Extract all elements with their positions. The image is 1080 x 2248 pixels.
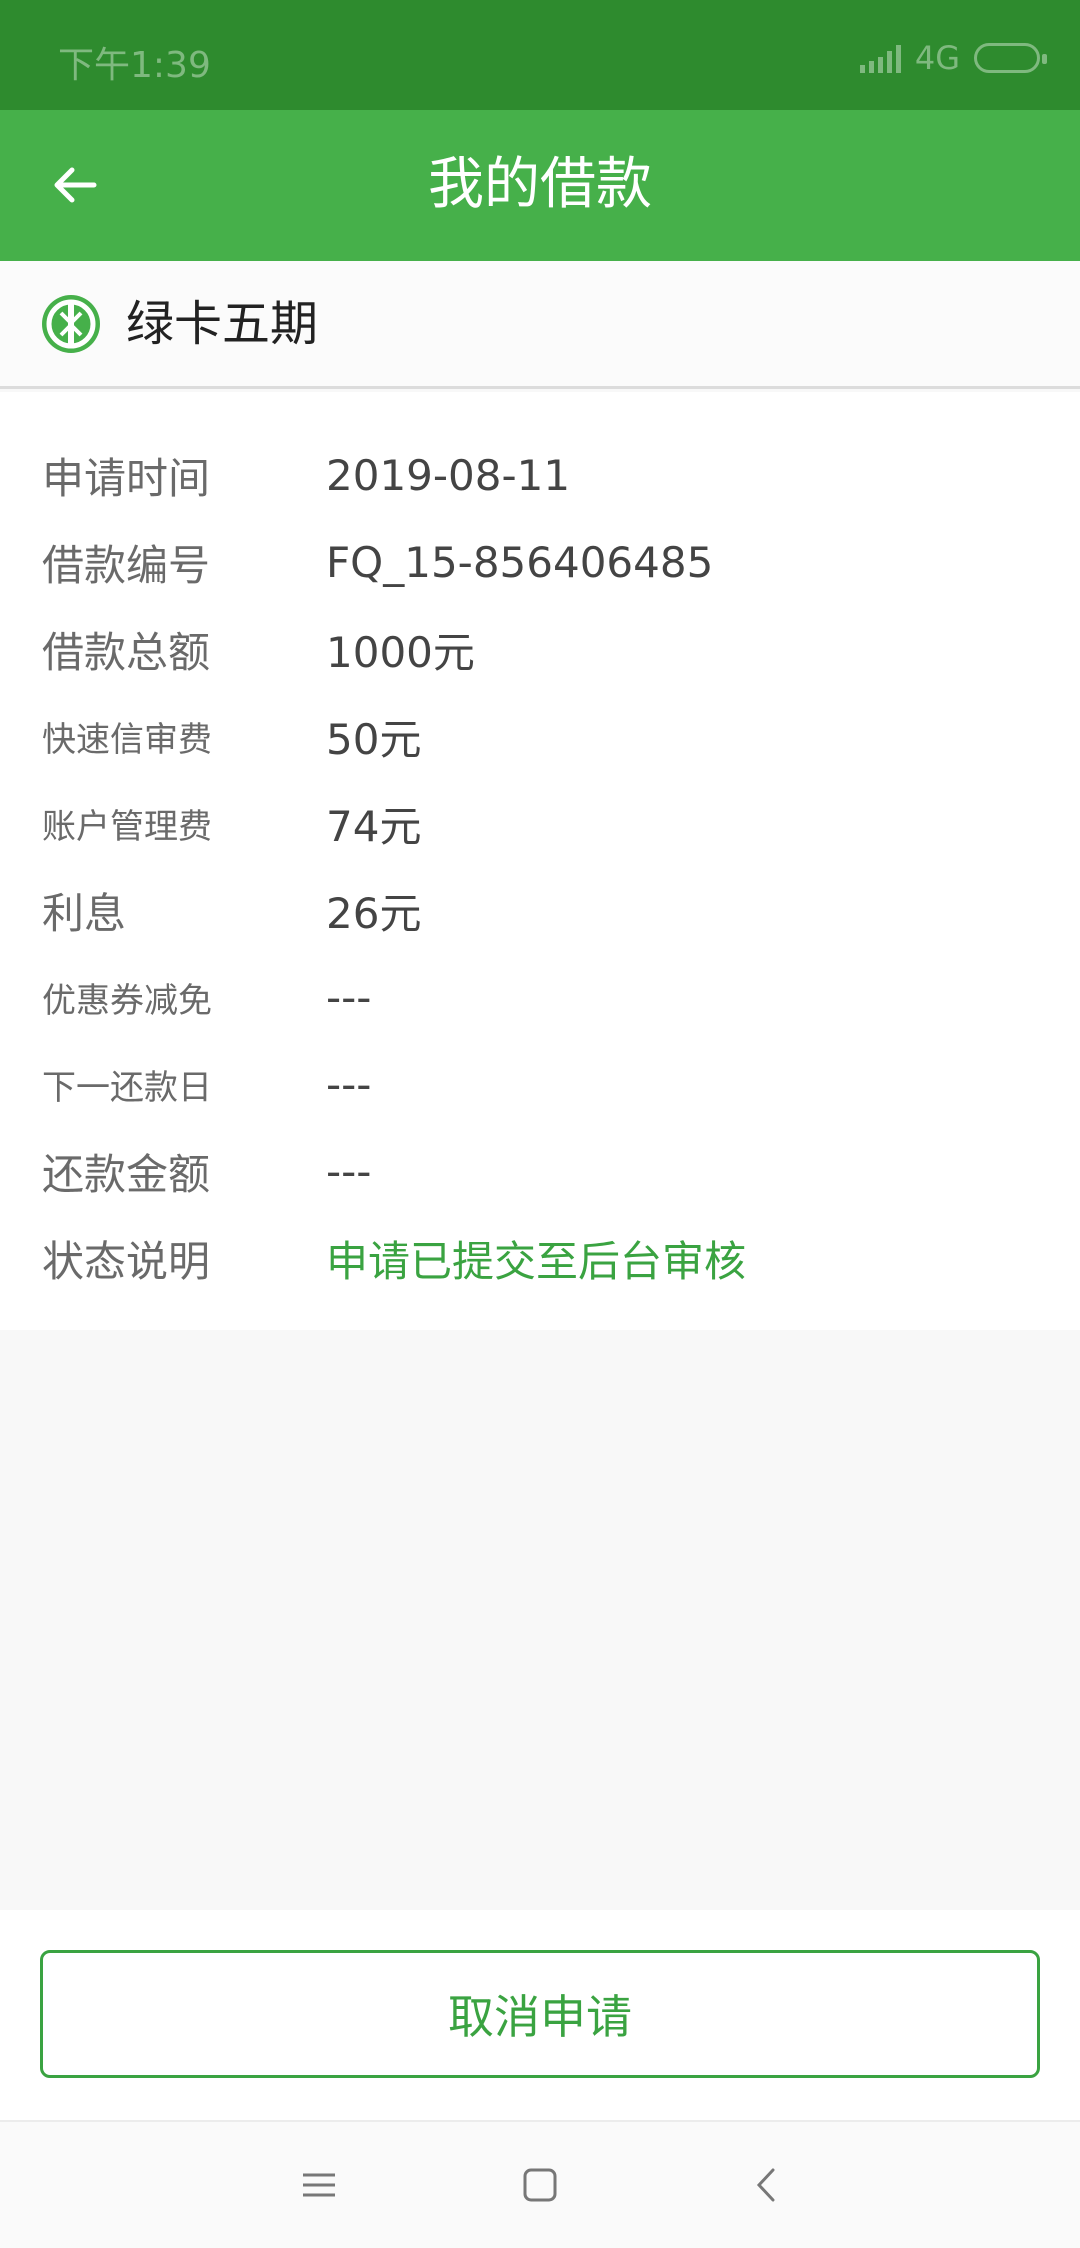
detail-value: 74元 [326, 802, 422, 851]
menu-nav-button[interactable] [294, 2160, 344, 2210]
detail-label: 下一还款日 [42, 1068, 212, 1108]
detail-label: 还款金额 [42, 1150, 211, 1199]
cancel-application-button[interactable]: 取消申请 [40, 1950, 1040, 2078]
detail-label: 借款总额 [42, 628, 211, 677]
signal-icon [859, 43, 901, 73]
system-nav-bar [0, 2120, 1080, 2248]
product-name: 绿卡五期 [126, 296, 319, 352]
detail-label: 优惠券减免 [42, 981, 212, 1021]
detail-row-loan-number: 借款编号 FQ_15-856406485 [0, 519, 1080, 606]
menu-icon [303, 2173, 335, 2197]
detail-label: 快速信审费 [42, 720, 212, 760]
detail-label: 利息 [42, 889, 127, 938]
detail-label: 账户管理费 [42, 807, 212, 847]
detail-label: 借款编号 [42, 541, 211, 590]
detail-value: FQ_15-856406485 [326, 538, 714, 587]
detail-row-repay-amount: 还款金额 --- [0, 1128, 1080, 1215]
detail-value: --- [326, 1147, 372, 1196]
product-row: 绿卡五期 [0, 261, 1080, 389]
detail-row-total-amount: 借款总额 1000元 [0, 606, 1080, 693]
detail-value: 26元 [326, 889, 422, 938]
network-type: 4G [914, 39, 960, 77]
home-square-icon [523, 2168, 557, 2202]
green-card-logo-icon [42, 295, 100, 353]
detail-value: 50元 [326, 715, 422, 764]
detail-value: --- [326, 1060, 372, 1109]
detail-value: 2019-08-11 [326, 451, 571, 500]
detail-label: 状态说明 [42, 1237, 211, 1286]
status-text: 申请已提交至后台审核 [326, 1237, 747, 1286]
detail-row-apply-time: 申请时间 2019-08-11 [0, 432, 1080, 519]
detail-row-account-fee: 账户管理费 74元 [0, 780, 1080, 867]
detail-row-credit-fee: 快速信审费 50元 [0, 693, 1080, 780]
loan-details: 申请时间 2019-08-11 借款编号 FQ_15-856406485 借款总… [0, 392, 1080, 1330]
page-title: 我的借款 [428, 152, 652, 217]
home-nav-button[interactable] [515, 2160, 565, 2210]
chevron-left-icon [756, 2168, 775, 2202]
status-bar: 下午1:39 4G [0, 0, 1080, 110]
back-nav-button[interactable] [742, 2160, 792, 2210]
detail-row-next-repay-date: 下一还款日 --- [0, 1041, 1080, 1128]
detail-row-status: 状态说明 申请已提交至后台审核 [0, 1215, 1080, 1302]
detail-row-interest: 利息 26元 [0, 867, 1080, 954]
app-header: 我的借款 [0, 110, 1080, 261]
battery-icon [974, 43, 1047, 73]
detail-value: --- [326, 973, 372, 1022]
cancel-area: 取消申请 [0, 1910, 1080, 2120]
detail-row-coupon: 优惠券减免 --- [0, 954, 1080, 1041]
detail-value: 1000元 [326, 628, 475, 677]
status-time: 下午1:39 [58, 45, 211, 86]
status-icons: 4G [859, 38, 1047, 78]
detail-label: 申请时间 [42, 454, 211, 503]
